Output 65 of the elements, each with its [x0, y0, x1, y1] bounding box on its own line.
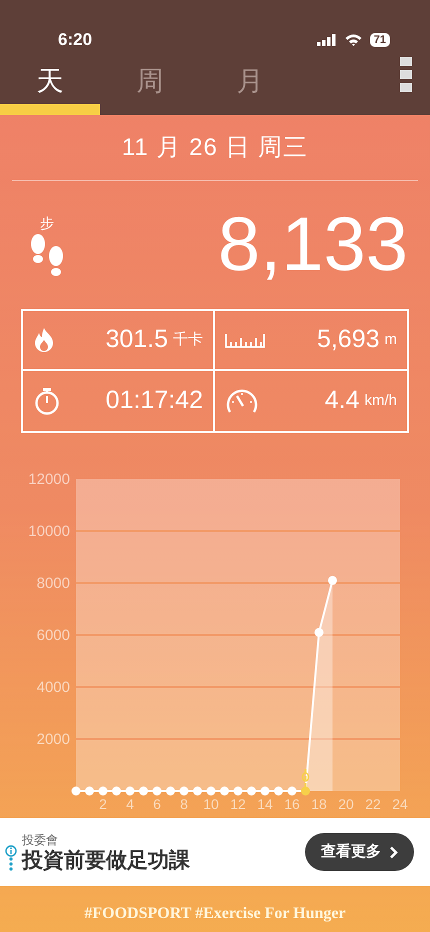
stopwatch-icon	[33, 387, 61, 415]
ad-title[interactable]: 投資前要做足功課	[22, 849, 190, 873]
stat-value: 01:17:42	[106, 385, 203, 416]
more-icon[interactable]	[9, 857, 13, 871]
data-point	[314, 628, 324, 637]
data-point	[139, 786, 148, 796]
x-axis-label: 2	[99, 796, 107, 812]
signal-icon	[316, 34, 337, 46]
data-point	[220, 786, 229, 796]
ruler-icon	[225, 332, 265, 348]
data-point	[72, 786, 80, 796]
steps-count: 8,133	[218, 207, 408, 283]
y-axis-label: 8000	[36, 575, 70, 592]
x-axis-label: 24	[392, 796, 408, 812]
status-time: 6:20	[58, 29, 92, 52]
battery-icon: 71	[370, 33, 390, 47]
x-axis-label: 6	[153, 796, 161, 812]
data-point	[274, 786, 283, 796]
x-axis-label: 4	[126, 796, 134, 812]
stat-unit: 千卡	[173, 330, 203, 350]
info-icon[interactable]	[5, 845, 17, 857]
data-point	[85, 786, 94, 796]
stat-value: 4.4	[324, 385, 360, 416]
data-point	[152, 786, 162, 796]
x-axis-label: 8	[180, 796, 188, 812]
data-point	[193, 786, 202, 796]
data-point	[328, 576, 337, 585]
data-point	[288, 786, 296, 796]
y-axis-label: 6000	[36, 627, 70, 644]
x-axis-label: 14	[257, 796, 273, 812]
data-point	[247, 786, 256, 796]
y-axis-label: 10000	[28, 523, 70, 540]
footer-hashtags: #FOODSPORT #Exercise For Hunger	[84, 905, 346, 922]
steps-label: 步	[40, 214, 54, 232]
stat-value: 301.5	[105, 324, 168, 356]
date-label: 11 月 26 日 周三	[122, 132, 308, 162]
x-axis-label: 10	[203, 796, 219, 812]
data-point	[98, 786, 108, 796]
data-point	[126, 786, 134, 796]
stat-unit: km/h	[364, 390, 397, 411]
current-hour-marker	[301, 769, 310, 796]
ad-sponsor: 投委會	[22, 832, 59, 850]
data-point	[180, 786, 188, 796]
x-axis-label: 20	[338, 796, 354, 812]
speedometer-icon	[225, 388, 259, 414]
data-point	[206, 786, 216, 796]
y-axis-label: 2000	[36, 731, 70, 748]
x-axis-label: 18	[311, 796, 327, 812]
stat-unit: m	[384, 330, 397, 350]
chevron-icon	[389, 846, 398, 858]
data-point	[112, 786, 121, 796]
wifi-icon	[344, 34, 362, 46]
ad-more-button[interactable]: 查看更多	[305, 833, 414, 871]
x-axis-label: 16	[284, 796, 300, 812]
data-point	[234, 786, 242, 796]
stat-value: 5,693	[316, 324, 380, 356]
data-point	[260, 786, 270, 796]
flame-icon	[33, 327, 55, 353]
y-axis-label: 4000	[36, 679, 70, 696]
x-axis-label: 22	[365, 796, 381, 812]
period-tab[interactable]: 天	[0, 64, 100, 115]
menu-icon[interactable]	[400, 57, 414, 93]
x-axis-label: 12	[230, 796, 246, 812]
y-axis-label: 12000	[28, 471, 70, 488]
data-point	[166, 786, 175, 796]
